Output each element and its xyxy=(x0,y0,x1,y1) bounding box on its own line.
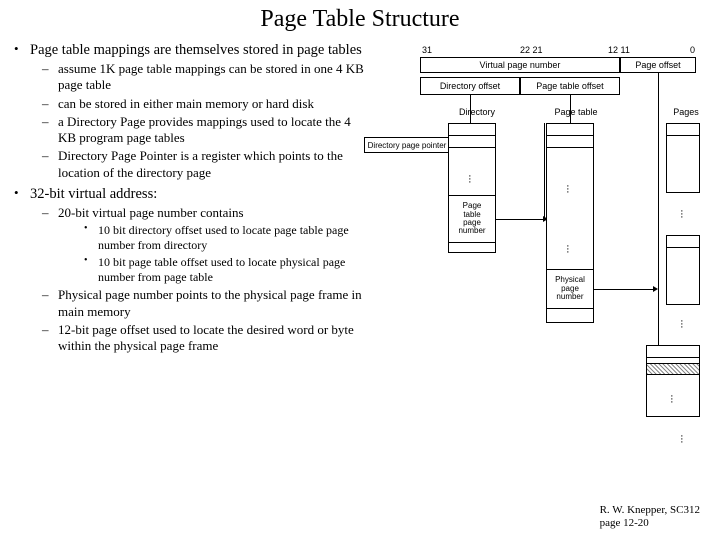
dots-icon: ··· xyxy=(670,395,674,404)
dots-icon: ··· xyxy=(566,245,570,254)
physical-page-number-cell: Physical page number xyxy=(546,269,594,309)
dots-icon: ··· xyxy=(566,185,570,194)
bit-22-21-label: 22 21 xyxy=(520,45,543,55)
bullet-2-sub-1-sub-1: 10 bit page table offset used to locate … xyxy=(58,255,370,285)
diagram-column: 31 22 21 12 11 0 Virtual page number Pag… xyxy=(370,41,720,475)
bullet-2-sub-1-text: 20-bit virtual page number contains xyxy=(58,205,244,220)
bullet-2-sub-2: Physical page number points to the physi… xyxy=(30,287,370,320)
bit-12-11-label: 12 11 xyxy=(608,45,630,55)
virtual-page-number-box: Virtual page number xyxy=(420,57,620,73)
bullet-1-sub-0: assume 1K page table mappings can be sto… xyxy=(30,61,370,94)
dots-icon: ··· xyxy=(680,210,684,219)
bit-0-label: 0 xyxy=(690,45,695,55)
bullet-2-text: 32-bit virtual address: xyxy=(30,186,157,202)
dir-to-pagetable-arrow xyxy=(496,219,544,220)
bullet-1-text: Page table mappings are themselves store… xyxy=(30,42,362,58)
dots-icon: ··· xyxy=(680,435,684,444)
bullet-2: 32-bit virtual address: 20-bit virtual p… xyxy=(14,185,370,354)
bullet-2-sub-1: 20-bit virtual page number contains 10 b… xyxy=(30,205,370,285)
bullet-1-sub-1: can be stored in either main memory or h… xyxy=(30,96,370,112)
bit-31-label: 31 xyxy=(422,45,432,55)
page-table-label: Page table xyxy=(548,107,604,117)
pages-block-1 xyxy=(666,123,700,193)
pt-to-pages-arrow xyxy=(594,289,654,290)
bullet-1-sub-2: a Directory Page provides mappings used … xyxy=(30,114,370,147)
bullet-2-sub-3: 12-bit page offset used to locate the de… xyxy=(30,322,370,355)
pages-label: Pages xyxy=(668,107,704,117)
dots-icon: ··· xyxy=(468,175,472,184)
dir-to-pagetable-vline xyxy=(544,123,545,219)
page-table-offset-box: Page table offset xyxy=(520,77,620,95)
page-offset-box: Page offset xyxy=(620,57,696,73)
bullet-1-sub-3: Directory Page Pointer is a register whi… xyxy=(30,148,370,181)
footer-line-2: page 12-20 xyxy=(600,517,700,530)
bullet-2-sub-1-sub-0: 10 bit directory offset used to locate p… xyxy=(58,223,370,253)
directory-offset-box: Directory offset xyxy=(420,77,520,95)
page-offset-arrow xyxy=(658,73,659,353)
content-area: Page table mappings are themselves store… xyxy=(0,41,720,475)
bullet-1: Page table mappings are themselves store… xyxy=(14,41,370,181)
page-table-page-number-cell: Page table page number xyxy=(448,195,496,243)
target-word-highlight xyxy=(646,363,700,375)
bullets-column: Page table mappings are themselves store… xyxy=(0,41,370,475)
footer-line-1: R. W. Knepper, SC312 xyxy=(600,504,700,517)
dots-icon: ··· xyxy=(680,320,684,329)
slide-footer: R. W. Knepper, SC312 page 12-20 xyxy=(600,504,700,530)
directory-page-pointer-box: Directory page pointer xyxy=(364,137,450,153)
page-table-diagram: 31 22 21 12 11 0 Virtual page number Pag… xyxy=(370,45,710,475)
slide-title: Page Table Structure xyxy=(0,0,720,41)
directory-label: Directory xyxy=(452,107,502,117)
pages-block-2 xyxy=(666,235,700,305)
